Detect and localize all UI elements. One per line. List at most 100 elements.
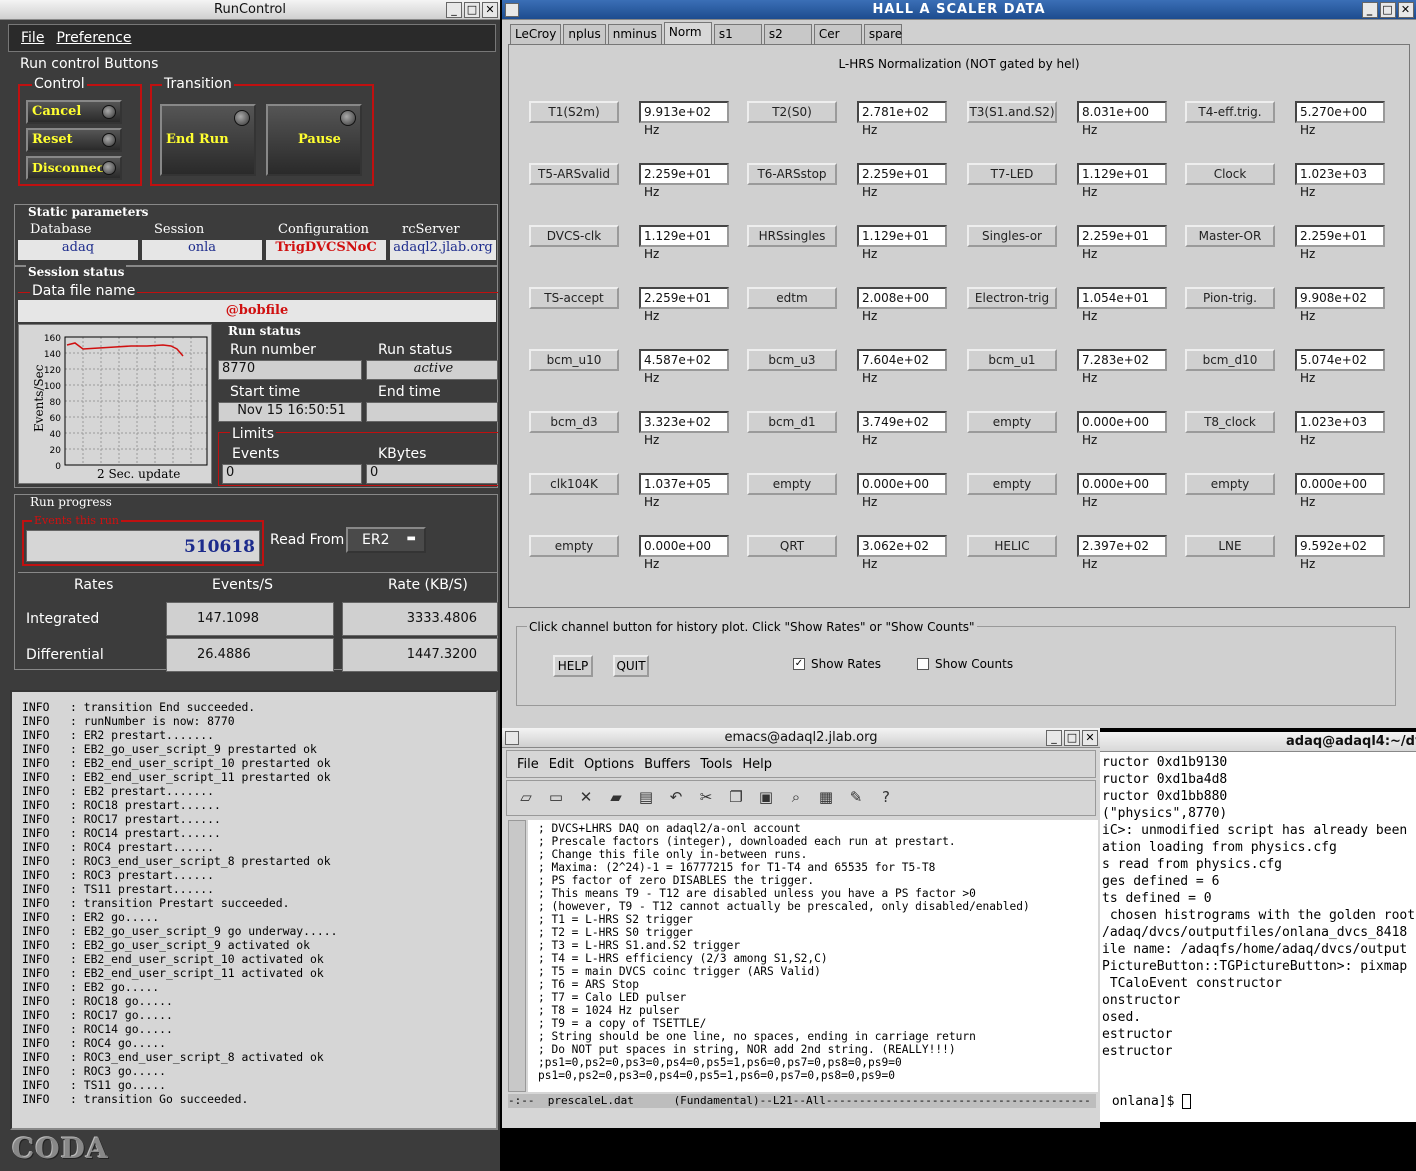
emacs-menu-edit[interactable]: Edit bbox=[549, 757, 574, 772]
tab-cer[interactable]: Cer bbox=[813, 24, 862, 44]
channel-button[interactable]: empty bbox=[747, 473, 837, 495]
tab-nminus[interactable]: nminus bbox=[607, 24, 662, 44]
menu-file[interactable]: File bbox=[21, 30, 44, 46]
channel-button[interactable]: empty bbox=[529, 535, 619, 557]
channel-button[interactable]: T2(S0) bbox=[747, 101, 837, 123]
disconnect-button[interactable]: Disconnect bbox=[26, 156, 122, 180]
window-menu-icon[interactable] bbox=[505, 3, 519, 17]
pause-button[interactable]: Pause bbox=[266, 104, 362, 176]
channel-button[interactable]: Clock bbox=[1185, 163, 1275, 185]
coda-logo: CODA bbox=[12, 1132, 109, 1165]
channel-button[interactable]: bcm_u1 bbox=[967, 349, 1057, 371]
database-field: adaq bbox=[18, 240, 138, 260]
terminal-output: ructor 0xd1b9130 ructor 0xd1ba4d8 ructor… bbox=[1102, 755, 1416, 1059]
tab-spare[interactable]: spare bbox=[863, 24, 902, 44]
kbytes-limit-input[interactable]: 0 bbox=[366, 464, 498, 484]
help-icon[interactable]: ? bbox=[875, 788, 897, 810]
close-icon[interactable]: ✕ bbox=[1398, 2, 1414, 18]
window-menu-icon[interactable] bbox=[505, 731, 519, 745]
emacs-menu-buffers[interactable]: Buffers bbox=[644, 757, 690, 772]
close-icon[interactable]: ✕ bbox=[482, 2, 498, 18]
undo-icon[interactable]: ↶ bbox=[665, 788, 687, 810]
channel-button[interactable]: Electron-trig bbox=[967, 287, 1057, 309]
channel-button[interactable]: T6-ARSstop bbox=[747, 163, 837, 185]
channel-button[interactable]: HRSsingles bbox=[747, 225, 837, 247]
rcserver-field: adaql2.jlab.org bbox=[390, 240, 496, 260]
runcontrol-titlebar[interactable]: RunControl _ □ ✕ bbox=[0, 0, 500, 20]
tab-s2[interactable]: s2 bbox=[763, 24, 812, 44]
static-parameters-title: Static parameters bbox=[26, 205, 151, 219]
save-icon[interactable]: ▰ bbox=[605, 788, 627, 810]
maximize-icon[interactable]: □ bbox=[1064, 730, 1080, 746]
maximize-icon[interactable]: □ bbox=[464, 2, 480, 18]
cut-icon[interactable]: ✂ bbox=[695, 788, 717, 810]
channel-button[interactable]: T4-eff.trig. bbox=[1185, 101, 1275, 123]
channel-button[interactable]: QRT bbox=[747, 535, 837, 557]
open-folder-icon[interactable]: ▭ bbox=[545, 788, 567, 810]
save-as-icon[interactable]: ▤ bbox=[635, 788, 657, 810]
minimize-icon[interactable]: _ bbox=[1362, 2, 1378, 18]
menu-preference[interactable]: Preference bbox=[56, 30, 131, 46]
session-label: Session bbox=[152, 222, 207, 237]
emacs-titlebar[interactable]: emacs@adaql2.jlab.org _ □ ✕ bbox=[502, 728, 1100, 748]
emacs-menu-options[interactable]: Options bbox=[584, 757, 634, 772]
channel-button[interactable]: bcm_d1 bbox=[747, 411, 837, 433]
quit-button[interactable]: QUIT bbox=[613, 655, 649, 677]
events-limit-input[interactable]: 0 bbox=[222, 464, 362, 484]
channel-button[interactable]: HELIC bbox=[967, 535, 1057, 557]
channel-rate: 9.592e+02 Hz bbox=[1295, 535, 1385, 571]
cancel-button[interactable]: Cancel bbox=[26, 100, 122, 124]
help-button[interactable]: HELP bbox=[553, 655, 593, 677]
scaler-titlebar[interactable]: HALL A SCALER DATA _ □ ✕ bbox=[502, 0, 1416, 20]
tab-lecroy[interactable]: LeCroy bbox=[510, 24, 562, 44]
emacs-menu-help[interactable]: Help bbox=[742, 757, 772, 772]
emacs-menu-file[interactable]: File bbox=[517, 757, 539, 772]
new-file-icon[interactable]: ▱ bbox=[515, 788, 537, 810]
emacs-menu-tools[interactable]: Tools bbox=[700, 757, 732, 772]
channel-button[interactable]: DVCS-clk bbox=[529, 225, 619, 247]
copy-icon[interactable]: ❐ bbox=[725, 788, 747, 810]
close-icon[interactable]: ✕ bbox=[1082, 730, 1098, 746]
close-buffer-icon[interactable]: ✕ bbox=[575, 788, 597, 810]
terminal-titlebar[interactable]: adaq@adaql4:~/dv bbox=[1100, 732, 1416, 752]
show-counts-checkbox[interactable] bbox=[917, 658, 929, 670]
channel-button[interactable]: T3(S1.and.S2) bbox=[967, 101, 1057, 123]
channel-button[interactable]: Singles-or bbox=[967, 225, 1057, 247]
channel-button[interactable]: Pion-trig. bbox=[1185, 287, 1275, 309]
channel-button[interactable]: empty bbox=[967, 411, 1057, 433]
channel-button[interactable]: T7-LED bbox=[967, 163, 1057, 185]
channel-button[interactable]: bcm_u3 bbox=[747, 349, 837, 371]
channel-button[interactable]: bcm_d3 bbox=[529, 411, 619, 433]
y-tick: 0 bbox=[55, 462, 61, 472]
channel-button[interactable]: Master-OR bbox=[1185, 225, 1275, 247]
reset-button[interactable]: Reset bbox=[26, 128, 122, 152]
terminal-prompt[interactable]: onlana]$ bbox=[1104, 1094, 1192, 1109]
minimize-icon[interactable]: _ bbox=[1046, 730, 1062, 746]
tab-norm[interactable]: Norm bbox=[663, 22, 712, 44]
maximize-icon[interactable]: □ bbox=[1380, 2, 1396, 18]
channel-button[interactable]: edtm bbox=[747, 287, 837, 309]
channel-button[interactable]: LNE bbox=[1185, 535, 1275, 557]
tab-s1[interactable]: s1 bbox=[713, 24, 762, 44]
show-rates-checkbox[interactable]: ✓ bbox=[793, 658, 805, 670]
search-icon[interactable]: ⌕ bbox=[785, 788, 807, 810]
channel-button[interactable]: TS-accept bbox=[529, 287, 619, 309]
minimize-icon[interactable]: _ bbox=[446, 2, 462, 18]
channel-button[interactable]: empty bbox=[1185, 473, 1275, 495]
channel-button[interactable]: T1(S2m) bbox=[529, 101, 619, 123]
channel-button[interactable]: clk104K bbox=[529, 473, 619, 495]
channel-button[interactable]: empty bbox=[967, 473, 1057, 495]
print-icon[interactable]: ▦ bbox=[815, 788, 837, 810]
channel-button[interactable]: bcm_d10 bbox=[1185, 349, 1275, 371]
channel-button[interactable]: T8_clock bbox=[1185, 411, 1275, 433]
emacs-buffer[interactable]: ; DVCS+LHRS DAQ on adaql2/a-onl account … bbox=[528, 820, 1098, 1092]
preferences-icon[interactable]: ✎ bbox=[845, 788, 867, 810]
channel-button[interactable]: T5-ARSvalid bbox=[529, 163, 619, 185]
emacs-scrollbar[interactable] bbox=[508, 820, 526, 1092]
tab-nplus[interactable]: nplus bbox=[563, 24, 606, 44]
message-log[interactable]: INFO : transition End succeeded. INFO : … bbox=[10, 690, 498, 1130]
paste-icon[interactable]: ▣ bbox=[755, 788, 777, 810]
end-run-button[interactable]: End Run bbox=[160, 104, 256, 176]
read-from-select[interactable]: ER2 ▬ bbox=[346, 527, 426, 553]
channel-button[interactable]: bcm_u10 bbox=[529, 349, 619, 371]
